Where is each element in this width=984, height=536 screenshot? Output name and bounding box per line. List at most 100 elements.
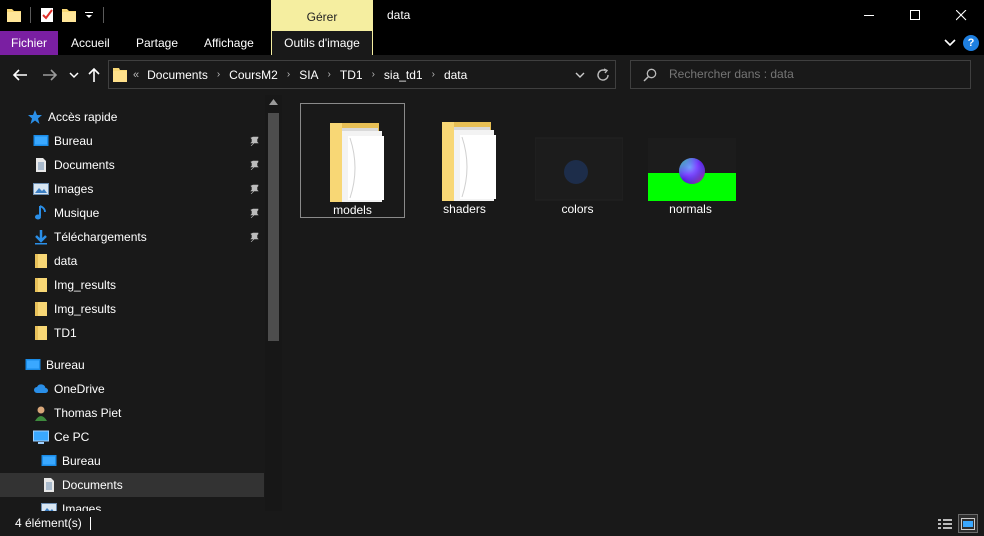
nav-pinned-music[interactable]: Musique bbox=[0, 201, 264, 225]
back-button[interactable] bbox=[10, 65, 30, 85]
quick-access-toolbar bbox=[6, 6, 112, 23]
nav-pinned-images[interactable]: Images bbox=[0, 177, 264, 201]
pin-icon[interactable] bbox=[250, 208, 260, 218]
details-view-icon bbox=[938, 518, 952, 529]
nav-label: Img_results bbox=[54, 278, 117, 292]
recent-locations-button[interactable] bbox=[64, 65, 84, 85]
details-view-button[interactable] bbox=[935, 514, 955, 533]
nav-recent-folder[interactable]: data bbox=[0, 249, 264, 273]
chevron-right-icon[interactable]: › bbox=[432, 69, 435, 80]
breadcrumb: « Documents › CoursM2 › SIA › TD1 › sia_… bbox=[133, 61, 467, 88]
navigation-row: « Documents › CoursM2 › SIA › TD1 › sia_… bbox=[0, 55, 984, 95]
desktop-icon bbox=[41, 455, 57, 466]
up-button[interactable] bbox=[84, 65, 104, 85]
breadcrumb-item[interactable]: data bbox=[444, 68, 467, 82]
close-icon bbox=[955, 10, 966, 21]
new-folder-icon[interactable] bbox=[61, 6, 77, 23]
desktop-icon bbox=[25, 359, 41, 370]
search-box[interactable] bbox=[630, 60, 971, 89]
computer-icon bbox=[33, 430, 49, 444]
nav-pc-desktop[interactable]: Bureau bbox=[0, 449, 264, 473]
nav-pinned-downloads[interactable]: Téléchargements bbox=[0, 225, 264, 249]
nav-this-pc[interactable]: Ce PC bbox=[0, 425, 264, 449]
large-icons-view-icon bbox=[961, 517, 975, 530]
tab-picture-tools[interactable]: Outils d'image bbox=[271, 31, 373, 55]
tab-share[interactable]: Partage bbox=[136, 31, 178, 55]
status-divider bbox=[90, 517, 91, 530]
address-bar[interactable]: « Documents › CoursM2 › SIA › TD1 › sia_… bbox=[108, 60, 616, 89]
address-history-icon[interactable] bbox=[575, 70, 585, 80]
nav-pinned-documents[interactable]: Documents bbox=[0, 153, 264, 177]
title-bar: Gérer data bbox=[0, 0, 984, 31]
image-tile[interactable]: normals bbox=[639, 103, 744, 218]
breadcrumb-item[interactable]: TD1 bbox=[340, 68, 363, 82]
nav-pc-images[interactable]: Images bbox=[0, 497, 264, 511]
chevron-right-icon[interactable]: › bbox=[287, 69, 290, 80]
folder-icon bbox=[35, 326, 47, 340]
tab-home[interactable]: Accueil bbox=[71, 31, 110, 55]
nav-label: Téléchargements bbox=[54, 230, 147, 244]
item-name: normals bbox=[669, 202, 712, 216]
folder-tile[interactable]: shaders bbox=[413, 103, 518, 218]
chevron-down-icon bbox=[69, 72, 79, 79]
close-button[interactable] bbox=[938, 0, 984, 31]
folder-icon bbox=[330, 123, 384, 202]
folder-icon bbox=[113, 68, 127, 82]
nav-pc-documents[interactable]: Documents bbox=[0, 473, 264, 497]
breadcrumb-item[interactable]: SIA bbox=[299, 68, 318, 82]
pin-icon[interactable] bbox=[250, 136, 260, 146]
image-thumbnail bbox=[535, 137, 623, 201]
nav-scrollbar[interactable] bbox=[265, 95, 282, 511]
properties-icon[interactable] bbox=[39, 6, 55, 23]
refresh-icon[interactable] bbox=[596, 68, 610, 82]
nav-recent-folder[interactable]: Img_results bbox=[0, 297, 264, 321]
chevron-right-icon[interactable]: › bbox=[217, 69, 220, 80]
document-icon bbox=[44, 478, 54, 492]
tab-view[interactable]: Affichage bbox=[204, 31, 254, 55]
folder-tile[interactable]: models bbox=[300, 103, 405, 218]
folder-icon bbox=[35, 302, 47, 316]
contextual-tab-manage[interactable]: Gérer bbox=[271, 0, 373, 31]
nav-onedrive[interactable]: OneDrive bbox=[0, 377, 264, 401]
breadcrumb-item[interactable]: sia_td1 bbox=[384, 68, 423, 82]
nav-pinned-desktop[interactable]: Bureau bbox=[0, 129, 264, 153]
chevron-right-icon[interactable]: › bbox=[372, 69, 375, 80]
folder-icon bbox=[442, 122, 496, 201]
help-button[interactable]: ? bbox=[963, 35, 979, 51]
customize-toolbar-icon[interactable] bbox=[85, 11, 93, 19]
chevron-right-icon[interactable]: › bbox=[328, 69, 331, 80]
nav-label: TD1 bbox=[54, 326, 77, 340]
nav-label: Documents bbox=[54, 158, 115, 172]
expand-ribbon-icon[interactable] bbox=[944, 37, 956, 49]
cloud-icon bbox=[34, 384, 48, 393]
pin-icon[interactable] bbox=[250, 184, 260, 194]
navigation-pane: Accès rapide Bureau Documents Images Mus… bbox=[0, 95, 283, 511]
image-tile[interactable]: colors bbox=[526, 103, 631, 218]
nav-quick-access[interactable]: Accès rapide bbox=[0, 105, 264, 129]
breadcrumb-item[interactable]: Documents bbox=[147, 68, 208, 82]
nav-recent-folder[interactable]: Img_results bbox=[0, 273, 264, 297]
forward-button[interactable] bbox=[40, 65, 60, 85]
pin-icon[interactable] bbox=[250, 160, 260, 170]
nav-label: OneDrive bbox=[54, 382, 105, 396]
large-icons-view-button[interactable] bbox=[958, 514, 978, 533]
nav-label: Bureau bbox=[46, 358, 85, 372]
scroll-thumb[interactable] bbox=[268, 113, 279, 341]
nav-recent-folder[interactable]: TD1 bbox=[0, 321, 264, 345]
pin-icon[interactable] bbox=[250, 232, 260, 242]
tab-file[interactable]: Fichier bbox=[0, 31, 58, 55]
breadcrumb-overflow[interactable]: « bbox=[133, 69, 139, 81]
maximize-button[interactable] bbox=[892, 0, 938, 31]
scroll-up-icon[interactable] bbox=[269, 99, 278, 105]
star-icon bbox=[28, 110, 42, 124]
nav-user[interactable]: Thomas Piet bbox=[0, 401, 264, 425]
nav-label: data bbox=[54, 254, 78, 268]
search-input[interactable] bbox=[669, 61, 959, 88]
music-note-icon bbox=[35, 205, 46, 220]
download-arrow-icon bbox=[35, 230, 47, 245]
file-list: models shaders colors normals bbox=[283, 95, 984, 511]
nav-desktop[interactable]: Bureau bbox=[0, 353, 264, 377]
breadcrumb-item[interactable]: CoursM2 bbox=[229, 68, 278, 82]
folder-icon bbox=[35, 278, 47, 292]
minimize-button[interactable] bbox=[846, 0, 892, 31]
